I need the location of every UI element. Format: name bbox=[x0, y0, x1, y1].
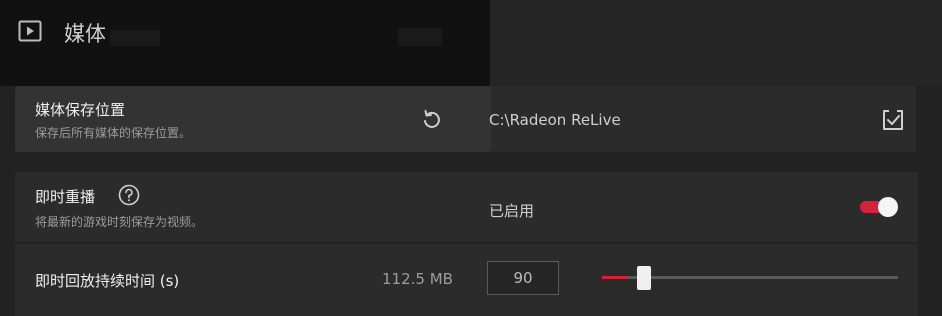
play-square-icon bbox=[18, 20, 42, 42]
slider-fill bbox=[602, 276, 628, 279]
instant-replay-title: 即时重播 bbox=[35, 188, 96, 206]
media-path-value: C:\Radeon ReLive bbox=[489, 111, 621, 129]
header-bar-right bbox=[490, 0, 942, 86]
duration-input[interactable]: 90 bbox=[487, 261, 559, 295]
media-location-subtitle: 保存后所有媒体的保存位置。 bbox=[35, 126, 192, 140]
replay-duration-title: 即时回放持续时间 (s) bbox=[35, 272, 180, 290]
replay-size-label: 112.5 MB bbox=[382, 270, 453, 288]
instant-replay-subtitle: 将最新的游戏时刻保存为视频。 bbox=[35, 215, 204, 229]
slider-thumb[interactable] bbox=[637, 266, 652, 290]
instant-replay-setting bbox=[15, 172, 467, 242]
page-title: 媒体 bbox=[64, 22, 106, 46]
media-location-title: 媒体保存位置 bbox=[35, 101, 126, 119]
instant-replay-toggle[interactable] bbox=[858, 197, 898, 217]
header-ghost-button bbox=[398, 28, 442, 46]
header-ghost-text bbox=[110, 30, 160, 46]
help-icon[interactable] bbox=[118, 184, 140, 206]
instant-replay-status: 已启用 bbox=[489, 202, 535, 220]
toggle-knob bbox=[878, 197, 898, 217]
folder-select-icon[interactable] bbox=[881, 108, 905, 132]
duration-slider[interactable] bbox=[602, 266, 898, 290]
reset-icon[interactable] bbox=[420, 108, 442, 130]
